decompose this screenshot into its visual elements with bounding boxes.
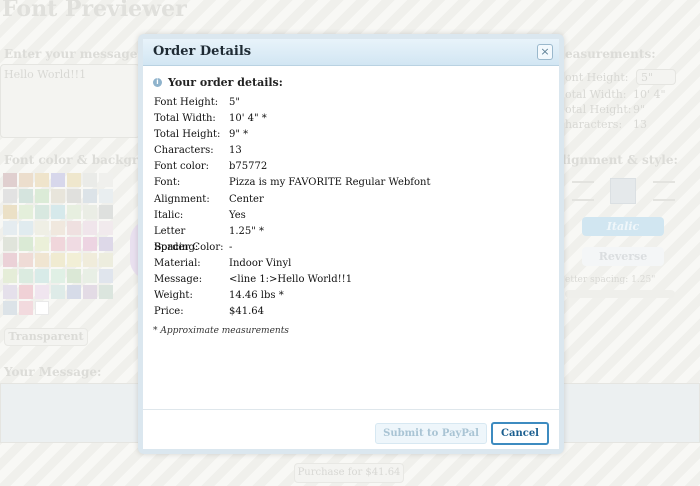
detail-value: 9" * xyxy=(229,129,249,141)
order-details-list: Font Height: 5" Total Width: 10' 4" * Tota… xyxy=(154,95,430,320)
detail-label: Font: xyxy=(154,177,181,189)
detail-label: Border Color: xyxy=(154,241,224,253)
approximate-note: * Approximate measurements xyxy=(153,326,289,336)
detail-label: Alignment: xyxy=(154,193,210,205)
detail-value: 13 xyxy=(229,145,242,157)
detail-row: Material: Indoor Vinyl xyxy=(154,256,430,272)
detail-value: Indoor Vinyl xyxy=(229,257,292,269)
detail-label: Message: xyxy=(154,274,203,286)
detail-value: 10' 4" * xyxy=(229,113,267,125)
detail-row: Total Width: 10' 4" * xyxy=(154,111,430,127)
detail-value: b75772 xyxy=(229,161,268,173)
detail-row: Price: $41.64 xyxy=(154,304,430,320)
detail-value: $41.64 xyxy=(229,306,264,318)
section-heading-text: Your order details: xyxy=(168,76,283,89)
detail-row: Total Height: 9" * xyxy=(154,127,430,143)
detail-row: Border Color: - xyxy=(154,240,430,256)
detail-label: Total Width: xyxy=(154,113,216,125)
detail-row: Font: Pizza is my FAVORITE Regular Webfon… xyxy=(154,175,430,191)
detail-row: Letter Spacing: 1.25" * xyxy=(154,224,430,253)
detail-label: Italic: xyxy=(154,209,184,221)
detail-label: Price: xyxy=(154,306,184,318)
detail-value: <line 1:>Hello World!!1 xyxy=(229,274,353,286)
detail-label: Characters: xyxy=(154,145,214,157)
submit-paypal-button[interactable]: Submit to PayPal xyxy=(375,423,487,444)
detail-value: Pizza is my FAVORITE Regular Webfont xyxy=(229,177,431,189)
detail-value: 14.46 lbs * xyxy=(229,290,284,302)
cancel-button[interactable]: Cancel xyxy=(491,422,549,445)
detail-row: Weight: 14.46 lbs * xyxy=(154,288,430,304)
close-icon[interactable]: × xyxy=(537,44,553,60)
detail-label: Total Height: xyxy=(154,129,221,141)
order-details-dialog: Order Details × i Your order details: Fo… xyxy=(138,34,564,454)
detail-label: Weight: xyxy=(154,290,193,302)
info-icon: i xyxy=(153,78,162,87)
detail-label: Font Height: xyxy=(154,97,219,108)
detail-label: Font color: xyxy=(154,161,210,173)
detail-value: 1.25" * xyxy=(229,225,265,237)
dialog-footer-divider xyxy=(143,409,559,410)
detail-value: - xyxy=(229,241,233,253)
dialog-titlebar: Order Details × xyxy=(143,39,559,66)
section-heading: i Your order details: xyxy=(153,76,283,89)
dialog-title: Order Details xyxy=(153,44,252,59)
detail-value: 5" xyxy=(229,97,240,108)
detail-value: Center xyxy=(229,193,264,205)
detail-value: Yes xyxy=(229,209,246,221)
detail-row: Italic: Yes xyxy=(154,208,430,224)
detail-row: Font Height: 5" xyxy=(154,95,430,111)
detail-label: Material: xyxy=(154,257,201,269)
detail-row: Font color: b75772 xyxy=(154,159,430,175)
detail-row: Alignment: Center xyxy=(154,192,430,208)
detail-row: Characters: 13 xyxy=(154,143,430,159)
detail-row: Message: <line 1:>Hello World!!1 xyxy=(154,272,430,288)
detail-label: Letter Spacing: xyxy=(154,225,199,253)
